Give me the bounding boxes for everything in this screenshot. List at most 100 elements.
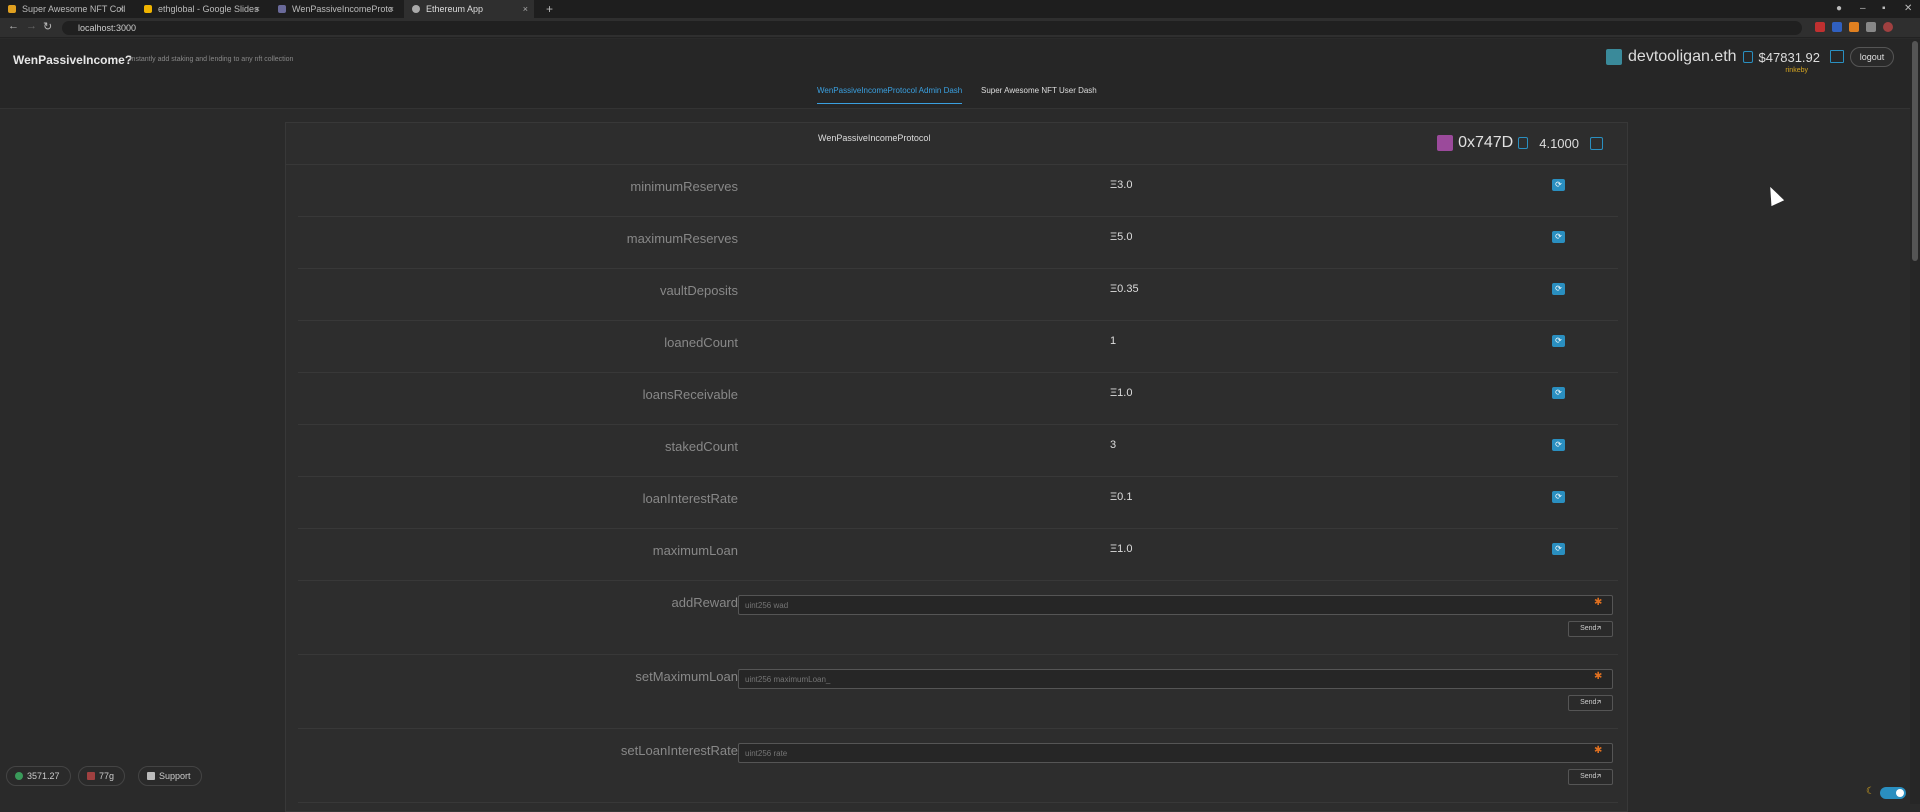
browser-toolbar: ← → ↻ localhost:3000: [0, 18, 1920, 38]
app-title: WenPassiveIncome?: [13, 53, 133, 67]
tab-title: Ethereum App: [426, 4, 484, 14]
profile-icon[interactable]: ●: [1836, 0, 1842, 18]
read-row: loansReceivable Ξ1.0 ⟳: [298, 373, 1618, 425]
refresh-icon[interactable]: ⟳: [1552, 387, 1565, 399]
send-button[interactable]: Send🡭: [1568, 621, 1613, 637]
extension-icon[interactable]: [1815, 22, 1825, 32]
back-icon[interactable]: ←: [8, 20, 19, 32]
new-tab-button[interactable]: +: [546, 0, 553, 18]
browser-tab-active[interactable]: Ethereum App ×: [404, 0, 534, 18]
browser-tab-strip: Super Awesome NFT Coll × ethglobal - Goo…: [0, 0, 1920, 18]
read-row: maximumReserves Ξ5.0 ⟳: [298, 217, 1618, 269]
refresh-icon[interactable]: ⟳: [1552, 335, 1565, 347]
refresh-icon[interactable]: ⟳: [1552, 231, 1565, 243]
extension-icon[interactable]: [1832, 22, 1842, 32]
tab-favicon-icon: [278, 5, 286, 13]
blockie-avatar-icon: [1606, 49, 1623, 65]
gas-price-badge[interactable]: 77g: [78, 766, 126, 786]
refresh-icon[interactable]: ⟳: [1552, 543, 1565, 555]
gas-price-value: 77g: [99, 771, 115, 781]
tab-close-icon[interactable]: ×: [523, 0, 528, 18]
write-label: setLoanInterestRate: [620, 743, 738, 758]
wallet-icon[interactable]: [1830, 50, 1844, 63]
address-bar[interactable]: localhost:3000: [62, 21, 1802, 35]
set-maximum-loan-input[interactable]: [738, 669, 1613, 689]
copy-icon[interactable]: [1518, 137, 1529, 149]
read-label: minimumReserves: [630, 179, 738, 194]
scrollbar-thumb[interactable]: [1912, 41, 1918, 261]
read-label: stakedCount: [665, 439, 738, 454]
tab-user-dash[interactable]: Super Awesome NFT User Dash: [981, 86, 1097, 95]
puzzle-icon[interactable]: [1866, 22, 1876, 32]
app-tagline: instantly add staking and lending to any…: [130, 56, 294, 63]
theme-toggle[interactable]: [1880, 787, 1906, 799]
add-reward-input[interactable]: [738, 595, 1613, 615]
tab-title: WenPassiveIncomeProto: [292, 4, 393, 14]
copy-icon[interactable]: [1742, 51, 1753, 63]
write-row: addReward ✱ Send🡭: [298, 581, 1618, 655]
send-button[interactable]: Send🡭: [1568, 769, 1613, 785]
read-label: maximumLoan: [652, 543, 738, 558]
minimize-icon[interactable]: –: [1860, 0, 1866, 18]
tab-close-icon[interactable]: ×: [119, 0, 124, 18]
read-label: vaultDeposits: [659, 283, 738, 298]
tab-admin-dash[interactable]: WenPassiveIncomeProtocol Admin Dash: [817, 86, 963, 104]
refresh-icon[interactable]: ⟳: [1552, 283, 1565, 295]
read-row: loanInterestRate Ξ0.1 ⟳: [298, 477, 1618, 529]
scrollbar[interactable]: [1910, 39, 1920, 804]
write-row: setLoanInterestRate ✱ Send🡭: [298, 729, 1618, 803]
read-value: Ξ0.35: [1110, 283, 1139, 295]
write-label: setMaximumLoan: [635, 669, 738, 684]
logout-button[interactable]: logout: [1850, 47, 1894, 67]
tab-favicon-icon: [8, 5, 16, 13]
read-value: Ξ1.0: [1110, 387, 1133, 399]
read-label: maximumReserves: [626, 231, 738, 246]
contract-blockie-icon: [1437, 135, 1454, 151]
set-loan-interest-rate-input[interactable]: [738, 743, 1613, 763]
account-info: devtooligan.eth $47831.92: [1606, 47, 1820, 67]
eth-price-value: 3571.27: [27, 771, 60, 781]
browser-tab[interactable]: ethglobal - Google Slides ×: [136, 0, 266, 18]
read-label: loansReceivable: [642, 387, 738, 402]
write-row: setMaximumLoan ✱ Send🡭: [298, 655, 1618, 729]
read-row: loanedCount 1 ⟳: [298, 321, 1618, 373]
gas-pump-icon: [87, 772, 95, 780]
required-icon: ✱: [1594, 597, 1603, 608]
chat-icon: [147, 772, 155, 780]
read-value: Ξ3.0: [1110, 179, 1133, 191]
tab-close-icon[interactable]: ×: [389, 0, 394, 18]
send-button[interactable]: Send🡭: [1568, 695, 1613, 711]
read-row: stakedCount 3 ⟳: [298, 425, 1618, 477]
eth-price-badge[interactable]: 3571.27: [6, 766, 71, 786]
contract-card: WenPassiveIncomeProtocol 0x747D 4.1000 m…: [285, 122, 1628, 812]
window-close-icon[interactable]: ✕: [1904, 0, 1912, 18]
refresh-icon[interactable]: ⟳: [1552, 491, 1565, 503]
wallet-icon[interactable]: [1590, 136, 1603, 150]
app-header: WenPassiveIncome? instantly add staking …: [0, 39, 1910, 109]
network-label: rinkeby: [1785, 67, 1808, 74]
tab-favicon-icon: [144, 5, 152, 13]
maximize-icon[interactable]: ▪: [1882, 0, 1886, 18]
tab-close-icon[interactable]: ×: [255, 0, 260, 18]
contract-address-info: 0x747D 4.1000: [1437, 134, 1603, 152]
contract-address: 0x747D: [1458, 134, 1514, 151]
read-label: loanedCount: [664, 335, 738, 350]
moon-icon: ☾: [1866, 786, 1875, 797]
read-row: minimumReserves Ξ3.0 ⟳: [298, 165, 1618, 217]
browser-tab[interactable]: WenPassiveIncomeProto ×: [270, 0, 400, 18]
metamask-icon[interactable]: [1849, 22, 1859, 32]
contract-name: WenPassiveIncomeProtocol: [818, 133, 931, 143]
contract-card-header: WenPassiveIncomeProtocol 0x747D 4.1000: [286, 123, 1627, 165]
refresh-icon[interactable]: ⟳: [1552, 179, 1565, 191]
forward-icon[interactable]: →: [26, 20, 37, 32]
support-button[interactable]: Support: [138, 766, 202, 786]
read-value: 1: [1110, 335, 1117, 347]
refresh-icon[interactable]: ⟳: [1552, 439, 1565, 451]
read-value: Ξ1.0: [1110, 543, 1133, 555]
eth-price-icon: [15, 772, 23, 780]
reload-icon[interactable]: ↻: [43, 20, 52, 33]
read-value: 3: [1110, 439, 1117, 451]
profile-avatar-icon[interactable]: [1883, 22, 1893, 32]
required-icon: ✱: [1594, 671, 1603, 682]
browser-tab[interactable]: Super Awesome NFT Coll ×: [0, 0, 130, 18]
